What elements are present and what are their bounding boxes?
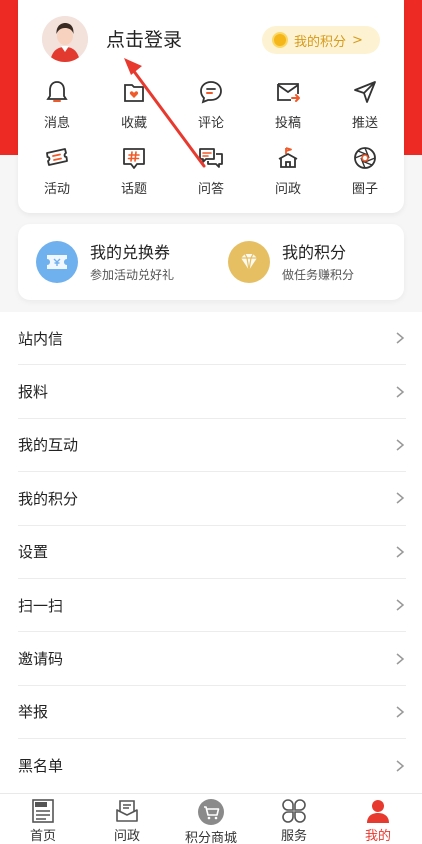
chevron-right-icon	[396, 546, 405, 558]
settings-menu: 站内信 报料 我的互动 我的积分 设置 扫一扫 邀请码 举报 黑名单	[0, 312, 422, 793]
tab-label: 我的	[364, 829, 391, 844]
menu-item-label: 报料	[18, 383, 49, 402]
menu-item-report-news[interactable]: 报料	[18, 365, 406, 419]
menu-item-inbox[interactable]: 站内信	[18, 312, 406, 366]
chevron-right-icon	[396, 599, 405, 611]
tab-points-mall[interactable]: 积分商城	[176, 798, 246, 844]
inbox-icon	[116, 800, 138, 822]
menu-item-invite-code[interactable]: 邀请码	[18, 632, 406, 686]
tab-label: 服务	[280, 829, 307, 844]
menu-item-label: 设置	[18, 543, 49, 562]
tab-label: 首页	[29, 829, 56, 844]
chevron-right-icon	[396, 706, 405, 718]
chevron-right-icon	[396, 386, 405, 398]
menu-item-settings[interactable]: 设置	[18, 526, 406, 579]
tab-label: 积分商城	[184, 831, 237, 844]
coupon-subtitle: 参加活动兑好礼	[90, 268, 175, 282]
coupon-title: 我的兑换券	[90, 243, 171, 262]
menu-item-interactions[interactable]: 我的互动	[18, 419, 406, 473]
user-icon	[367, 800, 389, 823]
chevron-right-icon	[396, 492, 405, 504]
chevron-right-icon	[396, 653, 405, 665]
rewards-card: 我的兑换券 参加活动兑好礼 我的积分 做任务赚积分	[18, 224, 404, 300]
menu-item-label: 邀请码	[18, 650, 64, 669]
diamond-icon	[228, 241, 270, 283]
menu-item-label: 黑名单	[18, 757, 64, 776]
menu-item-report[interactable]: 举报	[18, 686, 406, 740]
tab-label: 问政	[113, 829, 140, 844]
tab-me[interactable]: 我的	[343, 798, 413, 844]
bottom-tab-bar: 首页 问政 积分商城 服务 我的	[0, 793, 422, 844]
news-home-icon	[32, 799, 54, 823]
menu-item-label: 我的互动	[18, 436, 79, 455]
menu-item-points[interactable]: 我的积分	[18, 472, 406, 526]
clover-grid-icon	[282, 799, 306, 823]
coupon-icon	[36, 241, 78, 283]
menu-item-label: 扫一扫	[18, 596, 64, 615]
menu-item-label: 我的积分	[18, 489, 79, 508]
tab-government[interactable]: 问政	[92, 798, 162, 844]
points-title: 我的积分	[282, 243, 347, 262]
tab-home[interactable]: 首页	[8, 798, 78, 844]
menu-item-blacklist[interactable]: 黑名单	[18, 739, 406, 792]
tab-services[interactable]: 服务	[259, 798, 329, 844]
chevron-right-icon	[396, 439, 405, 451]
menu-item-label: 举报	[18, 703, 49, 722]
chevron-right-icon	[396, 760, 405, 772]
points-subtitle: 做任务赚积分	[282, 268, 355, 282]
menu-item-label: 站内信	[18, 329, 64, 348]
chevron-right-icon	[396, 332, 405, 344]
menu-item-scan[interactable]: 扫一扫	[18, 579, 406, 633]
cart-icon	[198, 799, 224, 825]
